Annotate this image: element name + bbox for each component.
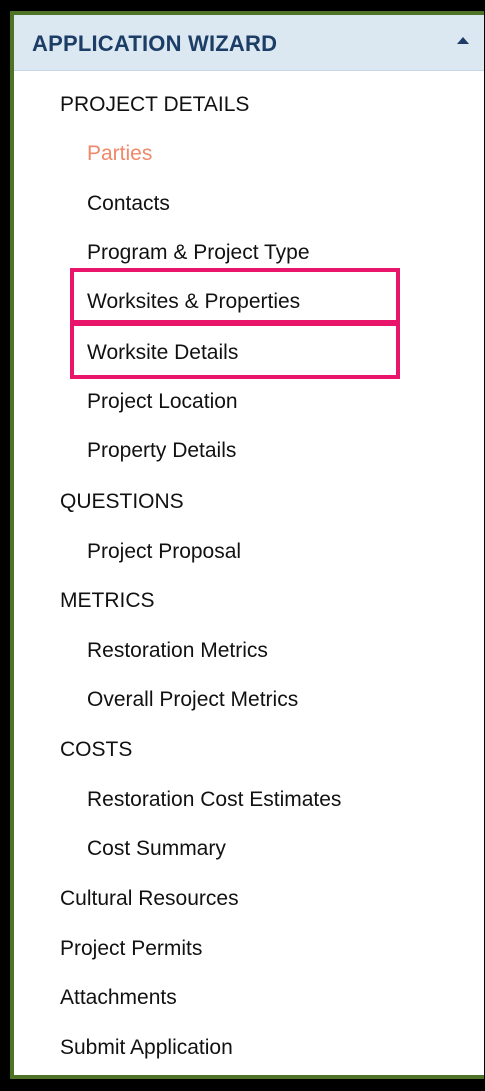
nav-item-program-project-type[interactable]: Program & Project Type bbox=[87, 241, 310, 265]
nav-item-restoration-metrics[interactable]: Restoration Metrics bbox=[87, 639, 268, 663]
section-metrics[interactable]: METRICS bbox=[60, 589, 155, 613]
highlight-box-worksite-details bbox=[70, 320, 400, 379]
screenshot-background: APPLICATION WIZARD PROJECT DETAILS Parti… bbox=[0, 0, 485, 1091]
wizard-title: APPLICATION WIZARD bbox=[32, 31, 278, 56]
section-project-details[interactable]: PROJECT DETAILS bbox=[60, 93, 249, 117]
nav-item-attachments[interactable]: Attachments bbox=[60, 986, 177, 1010]
nav-item-cultural-resources[interactable]: Cultural Resources bbox=[60, 887, 239, 911]
nav-item-contacts[interactable]: Contacts bbox=[87, 192, 170, 216]
highlight-box-worksites-properties bbox=[70, 268, 400, 326]
nav-item-restoration-cost-estimates[interactable]: Restoration Cost Estimates bbox=[87, 788, 341, 812]
nav-item-project-permits[interactable]: Project Permits bbox=[60, 937, 202, 961]
nav-item-project-location[interactable]: Project Location bbox=[87, 390, 238, 414]
nav-item-project-proposal[interactable]: Project Proposal bbox=[87, 540, 241, 564]
section-costs[interactable]: COSTS bbox=[60, 738, 132, 762]
caret-up-icon[interactable] bbox=[457, 37, 469, 44]
nav-item-submit-application[interactable]: Submit Application bbox=[60, 1036, 233, 1060]
nav-item-overall-project-metrics[interactable]: Overall Project Metrics bbox=[87, 688, 298, 712]
application-wizard-panel: APPLICATION WIZARD PROJECT DETAILS Parti… bbox=[10, 11, 484, 1079]
nav-item-parties[interactable]: Parties bbox=[87, 142, 152, 166]
nav-item-property-details[interactable]: Property Details bbox=[87, 439, 236, 463]
nav-item-cost-summary[interactable]: Cost Summary bbox=[87, 837, 226, 861]
section-questions[interactable]: QUESTIONS bbox=[60, 490, 184, 514]
wizard-header[interactable]: APPLICATION WIZARD bbox=[14, 15, 484, 71]
